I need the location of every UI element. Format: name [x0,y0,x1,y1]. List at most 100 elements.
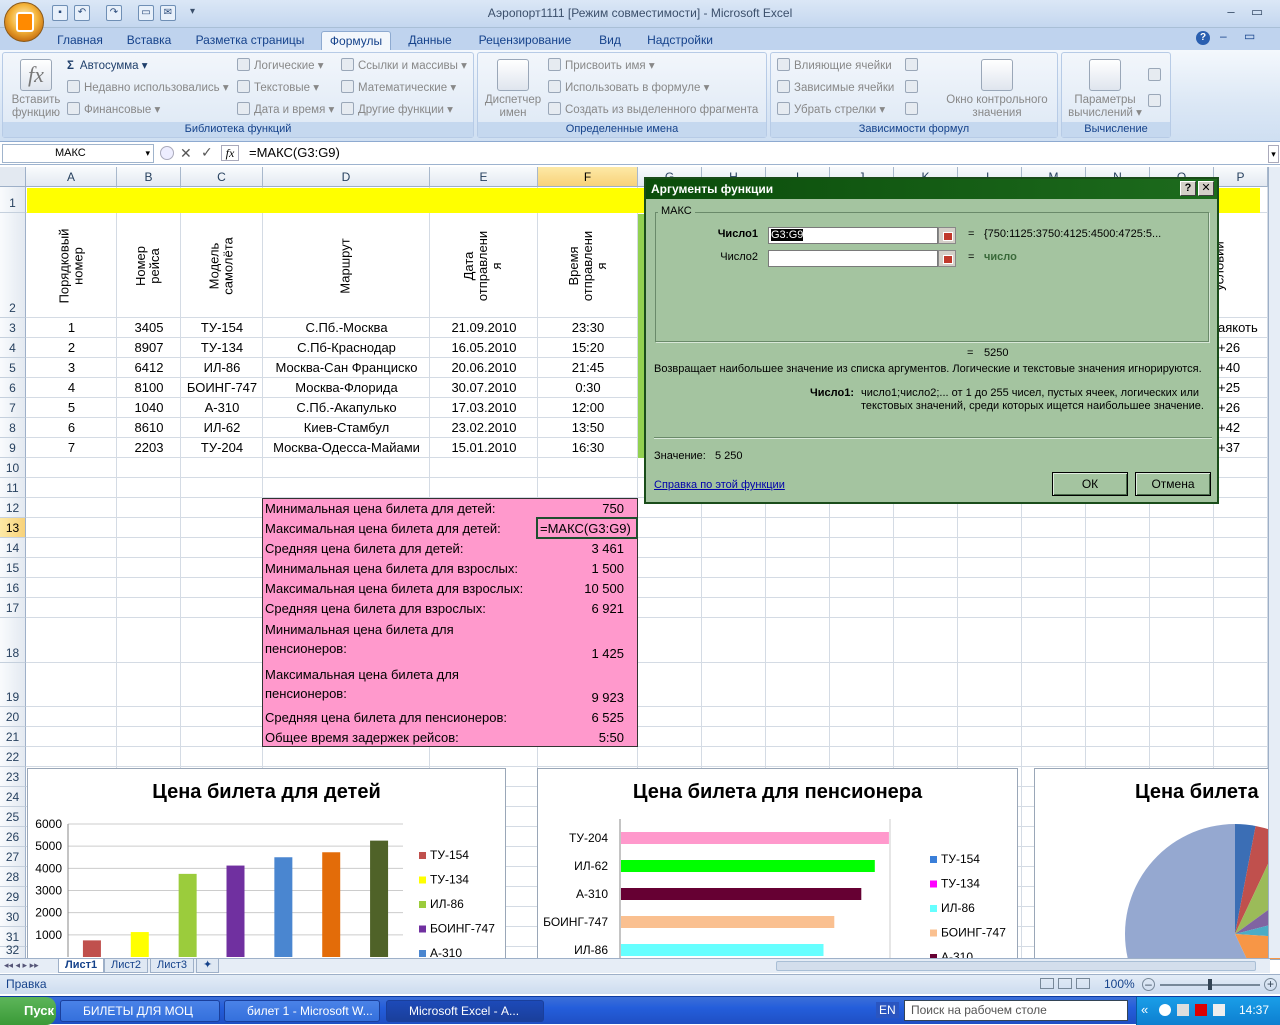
table-cell[interactable]: ТУ-154 [181,318,263,338]
zoom-level[interactable]: 100% [1104,977,1135,991]
row-header[interactable]: 25 [0,807,26,827]
row-header[interactable]: 21 [0,727,26,747]
start-button[interactable]: Пуск [0,997,56,1025]
column-header[interactable]: F [538,167,638,187]
stat-label[interactable]: Минимальная цена билета для детей: [265,498,537,518]
insert-sheet-icon[interactable]: ✦ [196,959,220,973]
formula-input[interactable]: =МАКС(G3:G9) [243,144,1268,163]
tray-network-icon[interactable] [1213,1004,1225,1016]
table-cell[interactable]: +40 [1218,358,1268,378]
name-manager-button[interactable]: Диспетчер имен [482,59,544,120]
row-header[interactable]: 26 [0,827,26,847]
stat-value[interactable]: 750 [537,498,624,518]
table-cell[interactable]: Москва-Флорида [263,378,430,398]
stat-value[interactable]: 3 461 [537,538,624,558]
tab-home[interactable]: Главная [50,31,110,50]
table-cell[interactable]: ТУ-204 [181,438,263,458]
table-cell[interactable]: 17.03.2010 [430,398,538,418]
table-cell[interactable]: 5 [26,398,117,418]
stat-value[interactable]: 6 921 [537,598,624,618]
table-cell[interactable]: 6 [26,418,117,438]
help-link[interactable]: Справка по этой функции [654,479,785,491]
tab-insert[interactable]: Вставка [118,31,180,50]
stat-label[interactable]: Минимальная цена билета для взрослых: [265,558,537,578]
row-header[interactable]: 9 [0,438,26,458]
error-check-icon[interactable] [905,79,922,97]
select-all-corner[interactable] [0,167,26,187]
stat-value[interactable]: 1 425 [537,618,624,663]
tray-search-icon[interactable] [1177,1004,1189,1016]
bar[interactable] [621,944,824,956]
name-box[interactable]: МАКС ▾ [2,144,154,163]
datetime-button[interactable]: Дата и время ▾ [237,101,334,119]
table-cell[interactable]: А-310 [181,398,263,418]
row-header[interactable]: 28 [0,867,26,887]
zoom-in-icon[interactable]: + [1264,978,1277,991]
table-cell[interactable]: +42 [1218,418,1268,438]
bar[interactable] [130,932,149,957]
other-functions-button[interactable]: Другие функции ▾ [341,101,453,119]
row-header[interactable]: 17 [0,598,26,618]
tab-page-layout[interactable]: Разметка страницы [188,31,312,50]
create-from-selection-button[interactable]: Создать из выделенного фрагмента [548,101,758,119]
table-cell[interactable]: 13:50 [538,418,638,438]
stat-label[interactable]: Средняя цена билета для пенсионеров: [265,707,537,727]
page-layout-icon[interactable] [1058,978,1072,989]
text-button[interactable]: Текстовые ▾ [237,79,319,97]
help-icon[interactable]: ? [1180,181,1196,196]
insert-function-button[interactable]: fx Вставить функцию [7,59,65,120]
cancel-icon[interactable]: ✕ [180,145,192,162]
vertical-scrollbar[interactable] [1268,167,1280,958]
row-header[interactable]: 23 [0,767,26,787]
stat-label[interactable]: Максимальная цена билета для взрослых: [265,578,537,598]
row-header[interactable]: 24 [0,787,26,807]
use-in-formula-button[interactable]: Использовать в формуле ▾ [548,79,709,97]
watch-window-button[interactable]: Окно контрольного значения [939,59,1055,120]
tray-app-icon[interactable] [1159,1004,1171,1016]
formula-bar-expand-icon[interactable]: ▾ [1268,145,1279,163]
maximize-icon[interactable]: ▭ [1244,3,1270,21]
table-cell[interactable]: 23:30 [538,318,638,338]
stat-label[interactable]: Средняя цена билета для детей: [265,538,537,558]
row-header[interactable]: 16 [0,578,26,598]
column-header[interactable]: E [430,167,538,187]
row-header[interactable]: 19 [0,663,26,707]
table-cell[interactable]: 8610 [117,418,181,438]
row-header[interactable]: 3 [0,318,26,338]
bar[interactable] [370,840,389,957]
stat-label[interactable]: Общее время задержек рейсов: [265,727,537,747]
ribbon-restore-icon[interactable]: ▭ [1244,29,1255,43]
normal-view-icon[interactable] [1040,978,1054,989]
calc-options-button[interactable]: Параметры вычислений ▾ [1066,59,1144,120]
bar[interactable] [178,873,197,957]
table-cell[interactable]: 20.06.2010 [430,358,538,378]
bar[interactable] [274,857,293,957]
stat-label[interactable]: Средняя цена билета для взрослых: [265,598,537,618]
row-header[interactable]: 8 [0,418,26,438]
minimize-icon[interactable]: – [1218,3,1244,21]
autosum-button[interactable]: Σ Автосумма ▾ [67,57,148,75]
function-arguments-dialog[interactable]: Аргументы функции ? ✕ МАКС Число1 G3:G9 … [644,177,1219,504]
table-cell[interactable]: 0:30 [538,378,638,398]
active-cell[interactable] [536,517,638,539]
taskbar-item[interactable]: Microsoft Excel - А... [386,1000,544,1022]
table-cell[interactable]: 3 [26,358,117,378]
table-cell[interactable]: 21.09.2010 [430,318,538,338]
table-cell[interactable]: +26 [1218,398,1268,418]
tab-addins[interactable]: Надстройки [638,31,722,50]
table-cell[interactable]: 16.05.2010 [430,338,538,358]
math-button[interactable]: Математические ▾ [341,79,456,97]
chevron-down-icon[interactable]: ▾ [145,145,150,162]
table-cell[interactable]: 3405 [117,318,181,338]
lookup-button[interactable]: Ссылки и массивы ▾ [341,57,467,75]
stat-value[interactable]: 5:50 [537,727,624,747]
help-icon[interactable]: ? [1196,31,1210,45]
bar[interactable] [322,852,341,957]
row-header[interactable]: 22 [0,747,26,767]
row-header[interactable]: 7 [0,398,26,418]
table-cell[interactable]: 30.07.2010 [430,378,538,398]
table-cell[interactable]: ТУ-134 [181,338,263,358]
ribbon-minimize-icon[interactable]: – [1220,29,1227,43]
row-header[interactable]: 11 [0,478,26,498]
table-cell[interactable]: ИЛ-86 [181,358,263,378]
